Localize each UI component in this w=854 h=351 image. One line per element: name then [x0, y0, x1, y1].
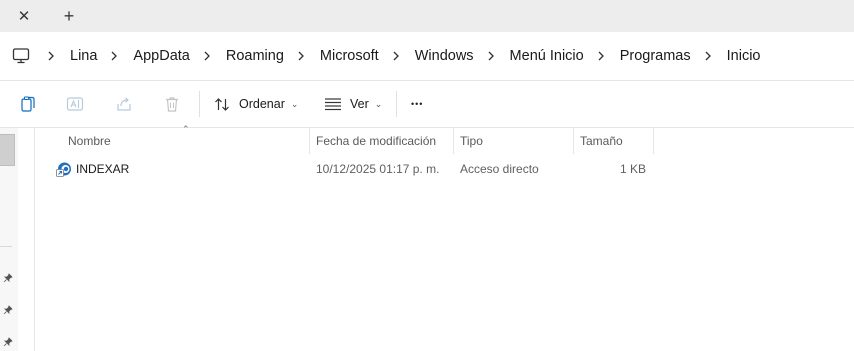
column-name[interactable]: Nombre — [68, 128, 111, 154]
column-type[interactable]: Tipo — [460, 128, 483, 154]
rename-icon[interactable] — [64, 93, 86, 115]
breadcrumb-item[interactable]: Menú Inicio — [510, 48, 584, 64]
view-button[interactable]: Ver ⌄ — [324, 91, 382, 117]
this-pc-icon[interactable] — [12, 47, 30, 65]
chevron-down-icon: ⌄ — [290, 98, 299, 109]
file-name: INDEXAR — [76, 162, 130, 176]
sort-icon — [215, 97, 229, 111]
tab-strip: ✕ + — [0, 0, 854, 32]
view-list-icon — [325, 98, 341, 111]
view-label: Ver — [350, 97, 369, 111]
chevron-right-icon[interactable] — [108, 50, 120, 62]
column-separator[interactable] — [573, 128, 574, 154]
close-tab-button[interactable]: ✕ — [8, 4, 40, 28]
column-separator[interactable] — [309, 128, 310, 154]
column-separator[interactable] — [453, 128, 454, 154]
delete-icon[interactable] — [161, 93, 183, 115]
file-name-cell: INDEXAR — [56, 157, 129, 181]
breadcrumb-item[interactable]: Microsoft — [320, 48, 379, 64]
column-date-label: Fecha de modificación — [316, 134, 437, 148]
chevron-right-icon[interactable] — [45, 50, 57, 62]
column-size-label: Tamaño — [580, 134, 623, 148]
breadcrumb-item[interactable]: Inicio — [727, 48, 761, 64]
nav-scrollbar[interactable] — [0, 134, 15, 166]
file-date: 10/12/2025 01:17 p. m. — [316, 162, 440, 176]
sort-button[interactable]: Ordenar ⌄ — [214, 91, 298, 117]
file-type: Acceso directo — [460, 162, 539, 176]
nav-separator — [0, 246, 12, 247]
column-separator[interactable] — [653, 128, 654, 154]
toolbar-divider — [199, 91, 200, 117]
breadcrumb-item[interactable]: Roaming — [226, 48, 284, 64]
column-name-label: Nombre — [68, 134, 111, 148]
breadcrumb-item[interactable]: Programas — [620, 48, 691, 64]
sort-label: Ordenar — [239, 97, 285, 111]
breadcrumb-item[interactable]: Windows — [415, 48, 474, 64]
pin-icon[interactable] — [3, 337, 13, 347]
column-date[interactable]: Fecha de modificación — [316, 128, 436, 154]
navigation-pane — [0, 128, 18, 351]
address-bar: Lina AppData Roaming Microsoft Windows Menú I… — [0, 32, 854, 81]
column-type-label: Tipo — [460, 134, 483, 148]
copy-icon[interactable] — [17, 93, 39, 115]
file-size: 1 KB — [619, 162, 646, 176]
sort-ascending-icon: ⌃ — [182, 124, 190, 134]
chevron-right-icon[interactable] — [295, 50, 307, 62]
pin-icon[interactable] — [3, 305, 13, 315]
breadcrumb-item[interactable]: AppData — [133, 48, 189, 64]
shortcut-app-icon — [56, 162, 71, 177]
column-header: ⌃ Nombre Fecha de modificación Tipo Tama… — [35, 124, 854, 154]
chevron-right-icon[interactable] — [485, 50, 497, 62]
pin-icon[interactable] — [3, 273, 13, 283]
toolbar-divider — [396, 91, 397, 117]
breadcrumb: Lina AppData Roaming Microsoft Windows Menú I… — [40, 32, 766, 80]
breadcrumb-item[interactable]: Lina — [70, 48, 97, 64]
share-icon[interactable] — [113, 93, 135, 115]
chevron-right-icon[interactable] — [595, 50, 607, 62]
chevron-right-icon[interactable] — [702, 50, 714, 62]
column-size[interactable]: Tamaño — [580, 128, 623, 154]
chevron-right-icon[interactable] — [201, 50, 213, 62]
command-bar: Ordenar ⌄ Ver ⌄ ••• — [0, 81, 854, 128]
new-tab-button[interactable]: + — [53, 4, 85, 28]
more-options-button[interactable]: ••• — [411, 91, 423, 117]
file-row[interactable]: INDEXAR 10/12/2025 01:17 p. m. Acceso di… — [35, 157, 854, 181]
chevron-right-icon[interactable] — [390, 50, 402, 62]
chevron-down-icon: ⌄ — [374, 98, 383, 109]
